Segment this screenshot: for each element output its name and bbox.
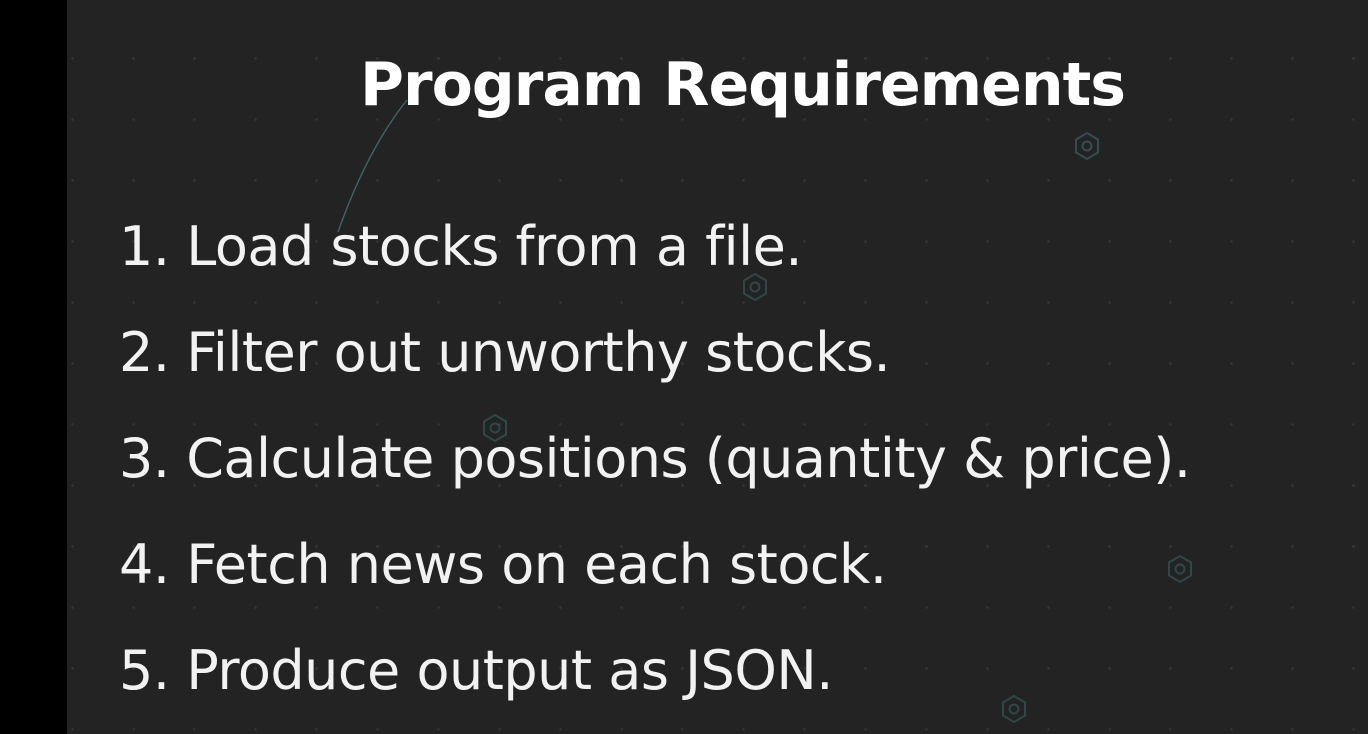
video-frame: Program Requirements 1. Load stocks from… xyxy=(0,0,1368,734)
hexagon-icon xyxy=(1075,131,1099,161)
requirement-item: 3. Calculate positions (quantity & price… xyxy=(119,420,1191,526)
requirement-item: 5. Produce output as JSON. xyxy=(119,632,1191,734)
requirement-item: 2. Filter out unworthy stocks. xyxy=(119,314,1191,420)
item-text: Calculate positions (quantity & price). xyxy=(186,427,1191,490)
item-number: 4. xyxy=(119,533,170,596)
item-number: 3. xyxy=(119,427,170,490)
item-number: 1. xyxy=(119,215,170,278)
slide-title: Program Requirements xyxy=(360,50,1126,120)
requirement-item: 1. Load stocks from a file. xyxy=(119,208,1191,314)
item-text: Filter out unworthy stocks. xyxy=(186,321,891,384)
item-text: Load stocks from a file. xyxy=(186,215,803,278)
requirements-list: 1. Load stocks from a file. 2. Filter ou… xyxy=(119,208,1191,734)
item-number: 5. xyxy=(119,639,170,702)
requirement-item: 4. Fetch news on each stock. xyxy=(119,526,1191,632)
item-text: Fetch news on each stock. xyxy=(186,533,887,596)
item-text: Produce output as JSON. xyxy=(186,639,833,702)
slide: Program Requirements 1. Load stocks from… xyxy=(67,0,1368,734)
item-number: 2. xyxy=(119,321,170,384)
